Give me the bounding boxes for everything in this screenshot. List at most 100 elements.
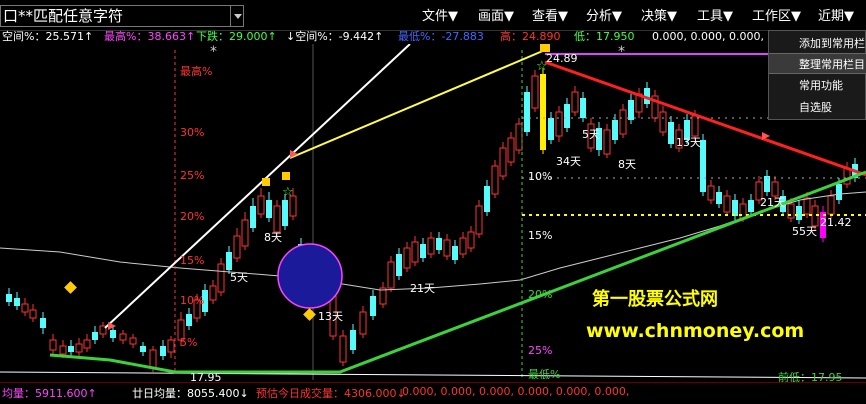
pct-label: 15% bbox=[180, 254, 204, 267]
ctx-item-watchlist[interactable]: 自选股 bbox=[769, 97, 866, 118]
volume-info-bar: 均量：5911.600↑ 廿日均量：8055.400↓ 预估今日成交量：4306… bbox=[0, 382, 866, 404]
day-label: 8天 bbox=[618, 158, 636, 171]
candle-body bbox=[282, 200, 288, 226]
pct-label-right: 20% bbox=[528, 288, 552, 301]
candle-body bbox=[40, 318, 46, 328]
candle-body bbox=[49, 339, 57, 351]
ctx-item-organize-favorites[interactable]: 整理常用栏目 bbox=[769, 53, 866, 74]
info-extra-values: 0.000, 0.000, 0.000, 0. bbox=[652, 30, 778, 43]
candle-body bbox=[796, 206, 802, 220]
candle-body bbox=[167, 339, 175, 353]
volume-avg: 均量：5911.600↑ bbox=[2, 387, 97, 400]
asterisk-marker-1: * bbox=[210, 44, 217, 60]
candle-body bbox=[339, 335, 347, 363]
candle-body bbox=[241, 219, 249, 247]
signal-marker-high bbox=[540, 44, 550, 52]
candle-body bbox=[387, 261, 395, 289]
ctx-item-common-functions[interactable]: 常用功能 bbox=[769, 75, 866, 96]
level-low-line bbox=[0, 371, 866, 379]
candle-body bbox=[149, 349, 157, 369]
watermark-url: www.chnmoney.com bbox=[586, 320, 804, 342]
candle-body bbox=[359, 311, 367, 335]
candle-body bbox=[475, 205, 483, 235]
signal-marker-yellow-2 bbox=[282, 172, 290, 180]
candle-body bbox=[668, 122, 674, 144]
info-high: 高：24.890 bbox=[500, 30, 561, 43]
candle-body bbox=[186, 314, 192, 326]
candle-body bbox=[396, 254, 402, 276]
menu-tools[interactable]: 工具▼ bbox=[697, 9, 733, 25]
info-space-pct: 空间%：25.571↑ bbox=[2, 30, 94, 43]
candle-body bbox=[827, 195, 835, 215]
candle-body bbox=[83, 339, 91, 349]
candle-body bbox=[564, 104, 570, 128]
candle-body bbox=[209, 285, 217, 301]
candle-body bbox=[484, 186, 490, 212]
diamond-marker bbox=[64, 281, 77, 294]
pct-label-right: 15% bbox=[528, 229, 552, 242]
candle-body bbox=[160, 346, 166, 356]
day-label: 34天 bbox=[556, 155, 581, 168]
pct-label: 20% bbox=[180, 210, 204, 223]
menu-recent[interactable]: 近期▼ bbox=[818, 9, 854, 25]
pct-label-right: 最低% bbox=[528, 368, 560, 381]
candle-body bbox=[748, 200, 754, 212]
day-label: 8天 bbox=[264, 231, 282, 244]
watermark-title: 第一股票公式网 bbox=[592, 288, 718, 310]
candle-body bbox=[524, 92, 530, 132]
volume-extra-values: 0.000, 0.000, 0.000, 0.000, 0.000, 0.000… bbox=[402, 385, 630, 398]
price-high-label: 24.89 bbox=[546, 52, 578, 65]
candle-body bbox=[140, 346, 146, 352]
indicator-info-bar: 空间%：25.571↑ 最高%：38.663↑ 下跌：29.000↑ ↓空间%：… bbox=[0, 30, 866, 44]
candle-body bbox=[603, 129, 611, 155]
candle-body bbox=[531, 75, 539, 109]
day-label: 5天 bbox=[230, 271, 248, 284]
volume-estimate: 预估今日成交量：4306.000↓ bbox=[256, 387, 406, 400]
search-dropdown-button[interactable] bbox=[230, 5, 244, 27]
candle-body bbox=[571, 91, 579, 113]
candle-body bbox=[92, 332, 98, 340]
candle-body bbox=[403, 247, 411, 269]
pct-label-right: 25% bbox=[528, 344, 552, 357]
candle-body bbox=[266, 200, 272, 218]
info-highest-pct: 最高%：38.663↑ bbox=[104, 30, 196, 43]
candle-body bbox=[723, 195, 731, 213]
candle-body bbox=[452, 246, 458, 260]
candle-body bbox=[350, 330, 356, 350]
candle-body bbox=[491, 165, 499, 195]
yellow-trend-line bbox=[289, 49, 546, 159]
star-marker-1: ☆ bbox=[282, 185, 294, 200]
day-label: 21天 bbox=[760, 196, 785, 209]
menu-file[interactable]: 文件▼ bbox=[422, 9, 458, 25]
candle-body bbox=[59, 345, 67, 355]
menu-view[interactable]: 查看▼ bbox=[532, 9, 568, 25]
pct-label: 25% bbox=[180, 169, 204, 182]
ctx-item-add-favorites[interactable]: 添加到常用栏 bbox=[769, 33, 866, 54]
white-trend-line bbox=[104, 44, 411, 329]
search-input-text: 口**匹配任意字符 bbox=[3, 7, 124, 25]
candle-body bbox=[659, 111, 667, 133]
candle-body bbox=[499, 147, 507, 177]
candle-body bbox=[226, 252, 232, 270]
candle-body bbox=[467, 231, 475, 249]
candle-body bbox=[257, 195, 265, 215]
kline-chart[interactable]: ☆ ☆ * * 最高% 30% 25% 20% 15% 10% 5% 10% 1… bbox=[0, 44, 866, 382]
candle-body bbox=[119, 333, 127, 341]
candle-body bbox=[420, 244, 426, 258]
menu-workspace[interactable]: 工作区▼ bbox=[752, 9, 801, 25]
menu-decision[interactable]: 决策▼ bbox=[641, 9, 677, 25]
candle-body bbox=[6, 294, 12, 302]
candle-body bbox=[548, 118, 554, 140]
candle-body bbox=[75, 343, 83, 353]
day-label: 5天 bbox=[582, 128, 600, 141]
pct-label-right: 10% bbox=[528, 170, 552, 183]
candle-body bbox=[771, 181, 779, 197]
candle-body bbox=[273, 205, 281, 233]
menu-screen[interactable]: 画面▼ bbox=[478, 9, 514, 25]
menu-analysis[interactable]: 分析▼ bbox=[586, 9, 622, 25]
flag-marker-2 bbox=[108, 322, 116, 330]
pct-label: 5% bbox=[180, 336, 197, 349]
search-input[interactable]: 口**匹配任意字符 bbox=[0, 5, 240, 27]
candle-body bbox=[370, 296, 376, 316]
highlight-circle bbox=[277, 243, 343, 309]
